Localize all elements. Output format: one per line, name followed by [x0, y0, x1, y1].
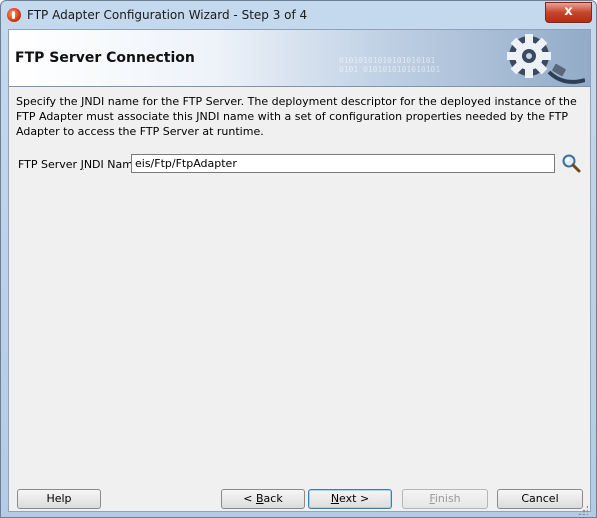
- button-mnemonic: B: [256, 492, 264, 505]
- button-text: ack: [263, 492, 283, 505]
- help-button[interactable]: Help: [17, 489, 101, 509]
- page-title: FTP Server Connection: [15, 50, 195, 66]
- title-bar[interactable]: FTP Adapter Configuration Wizard - Step …: [1, 1, 596, 29]
- gear-icon: [507, 34, 585, 84]
- button-text: inish: [434, 492, 461, 505]
- button-text: ext >: [339, 492, 370, 505]
- app-icon: [7, 8, 21, 22]
- jndi-name-label: FTP Server JNDI Name: [18, 158, 140, 171]
- binary-line: 0101 0101010101010101: [339, 65, 441, 74]
- back-button[interactable]: < Back: [221, 489, 305, 509]
- finish-button[interactable]: Finish: [402, 489, 488, 509]
- close-button[interactable]: x: [545, 2, 592, 23]
- step-description: Specify the JNDI name for the FTP Server…: [16, 95, 577, 138]
- cancel-button[interactable]: Cancel: [497, 489, 583, 509]
- wizard-window: FTP Adapter Configuration Wizard - Step …: [0, 0, 597, 518]
- next-button[interactable]: Next >: [308, 489, 392, 509]
- wizard-content: FTP Server Connection 010101010101010101…: [8, 29, 591, 512]
- label-text: FTP Server: [18, 158, 81, 171]
- binary-line: 01010101010101010101: [339, 56, 436, 65]
- window-title: FTP Adapter Configuration Wizard - Step …: [27, 8, 308, 22]
- magnifier-icon[interactable]: [560, 153, 582, 174]
- button-text: <: [243, 492, 256, 505]
- button-mnemonic: N: [330, 492, 340, 505]
- page-banner: FTP Server Connection 010101010101010101…: [9, 30, 590, 87]
- banner-binary-pattern: 01010101010101010101 0101 01010101010101…: [339, 56, 440, 74]
- jndi-name-input[interactable]: [131, 154, 555, 173]
